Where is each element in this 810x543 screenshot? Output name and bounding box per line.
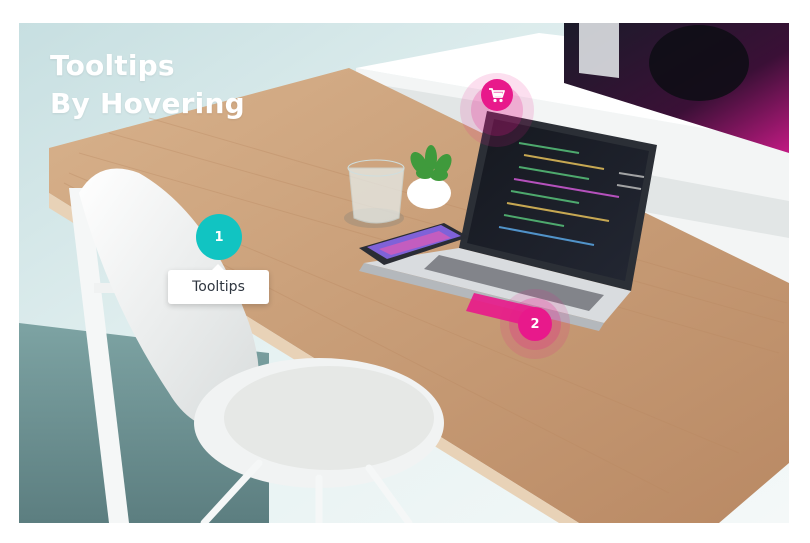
hotspot-1[interactable]: 1 [196,214,242,260]
heading-line-2: By Hovering [50,87,245,120]
hero-image: Tooltips By Hovering 1 Tooltips 2 [19,23,789,523]
hotspot-1-tooltip: Tooltips [168,264,269,304]
page-heading: Tooltips By Hovering [50,47,245,123]
tooltip-text: Tooltips [192,279,245,295]
shopping-cart-icon [489,87,505,102]
heading-line-1: Tooltips [50,49,175,82]
hotspot-2-label: 2 [530,316,540,332]
cart-hotspot[interactable] [481,79,513,111]
hotspot-1-label: 1 [214,229,224,245]
hotspot-2[interactable]: 2 [518,307,552,341]
tooltip-arrow [212,264,224,270]
